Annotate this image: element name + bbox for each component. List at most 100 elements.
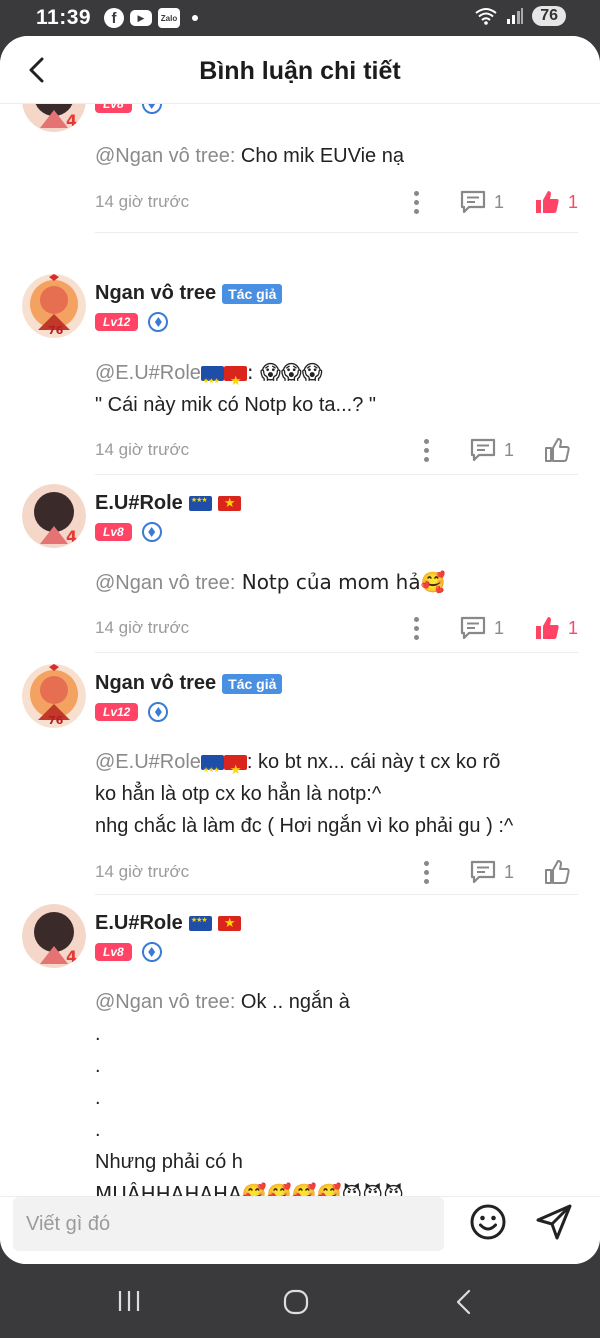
- reply-count: 1: [493, 191, 504, 212]
- comment-meta: Lv8: [95, 104, 162, 114]
- more-options-button[interactable]: [402, 612, 432, 644]
- comment-item: 76 Ngan vô tree Tác giả Lv12 @E.U#Role: …: [0, 274, 600, 492]
- recent-apps-button[interactable]: [116, 1288, 142, 1319]
- home-button[interactable]: [282, 1288, 310, 1321]
- reply-button[interactable]: 1: [470, 860, 514, 884]
- comment-author[interactable]: E.U#Role: [95, 492, 241, 515]
- header: Bình luận chi tiết: [0, 36, 600, 104]
- like-button[interactable]: 1: [534, 615, 578, 641]
- rank-icon: [148, 312, 169, 332]
- like-button[interactable]: [544, 437, 578, 463]
- comment-list[interactable]: 4 Lv8 @Ngan vô tree: Cho mik EUVie nạ 14…: [0, 104, 600, 1196]
- author-name[interactable]: E.U#Role: [95, 912, 183, 935]
- comment-text: @E.U#Role: ko bt nx... cái này t cx ko r…: [95, 746, 570, 842]
- like-count: 1: [567, 191, 578, 212]
- zalo-icon: Zalo: [158, 8, 180, 28]
- emoji-button[interactable]: [469, 1203, 507, 1241]
- reply-count: 1: [503, 861, 514, 882]
- divider: [95, 474, 578, 475]
- smiley-icon: [470, 1204, 506, 1240]
- comment-author[interactable]: Ngan vô tree Tác giả: [95, 282, 283, 305]
- rank-icon: [141, 104, 162, 114]
- author-name[interactable]: Ngan vô tree: [95, 672, 216, 695]
- timestamp: 14 giờ trước: [95, 440, 190, 459]
- mention[interactable]: @Ngan vô tree:: [95, 145, 235, 167]
- mention[interactable]: @E.U#Role: [95, 751, 247, 787]
- avatar[interactable]: 4: [22, 484, 86, 548]
- eu-flag-icon: [200, 755, 224, 787]
- comment-icon: [460, 616, 486, 640]
- rank-icon: [141, 522, 162, 542]
- svg-text:4: 4: [66, 947, 77, 966]
- eu-flag-icon: [188, 496, 212, 511]
- level-badge: Lv8: [95, 104, 132, 113]
- notification-dot-icon: [192, 15, 198, 21]
- comment-item: 4 Lv8 @Ngan vô tree: Cho mik EUVie nạ 14…: [0, 104, 600, 264]
- thumbs-up-icon: [545, 860, 570, 884]
- like-count: 1: [567, 617, 578, 638]
- like-button[interactable]: [544, 859, 578, 885]
- level-badge: Lv12: [95, 313, 139, 331]
- status-app-icons: f ▶ Zalo: [104, 8, 198, 28]
- comment-text: @Ngan vô tree: Cho mik EUVie nạ: [95, 145, 404, 167]
- system-nav-bar: [0, 1264, 600, 1338]
- avatar[interactable]: 76: [22, 274, 86, 338]
- comment-icon: [460, 190, 486, 214]
- svg-text:76: 76: [48, 324, 64, 337]
- divider: [95, 894, 578, 895]
- comment-meta: Lv8: [95, 942, 162, 962]
- mention[interactable]: @E.U#Role: [95, 362, 247, 398]
- reply-button[interactable]: 1: [460, 616, 504, 640]
- send-button[interactable]: [534, 1202, 574, 1242]
- comment-text: @Ngan vô tree: Notp của mom hả🥰: [95, 570, 446, 594]
- comment-author[interactable]: Ngan vô tree Tác giả: [95, 672, 283, 695]
- rank-icon: [141, 942, 162, 962]
- reply-button[interactable]: 1: [470, 438, 514, 462]
- more-options-button[interactable]: [402, 186, 432, 218]
- comment-actions: 14 giờ trước 1: [95, 434, 578, 466]
- like-button[interactable]: 1: [534, 189, 578, 215]
- comment-icon: [470, 860, 496, 884]
- comment-meta: Lv12: [95, 312, 169, 332]
- author-badge: Tác giả: [222, 673, 283, 694]
- facebook-icon: f: [104, 8, 124, 28]
- comment-actions: 14 giờ trước 1: [95, 856, 578, 888]
- timestamp: 14 giờ trước: [95, 618, 190, 637]
- author-name[interactable]: E.U#Role: [95, 492, 183, 515]
- avatar[interactable]: 4: [22, 904, 86, 968]
- wifi-icon: [475, 8, 497, 25]
- comment-input[interactable]: [13, 1197, 444, 1251]
- mention[interactable]: @Ngan vô tree:: [95, 991, 235, 1013]
- mention[interactable]: @Ngan vô tree:: [95, 572, 235, 594]
- timestamp: 14 giờ trước: [95, 862, 190, 881]
- reply-count: 1: [503, 439, 514, 460]
- eu-flag-icon: [188, 916, 212, 931]
- comment-item: 76 Ngan vô tree Tác giả Lv12 @E.U#Role: …: [0, 664, 600, 914]
- level-badge: Lv8: [95, 943, 132, 961]
- comment-actions: 14 giờ trước 1 1: [95, 186, 578, 218]
- avatar[interactable]: 4: [22, 104, 86, 132]
- comment-author[interactable]: E.U#Role: [95, 912, 241, 935]
- eu-flag-icon: [200, 366, 224, 398]
- author-name[interactable]: Ngan vô tree: [95, 282, 216, 305]
- rank-icon: [148, 702, 169, 722]
- avatar[interactable]: 76: [22, 664, 86, 728]
- comment-icon: [470, 438, 496, 462]
- divider: [95, 652, 578, 653]
- more-options-button[interactable]: [412, 856, 442, 888]
- reply-count: 1: [493, 617, 504, 638]
- vietnam-flag-icon: [223, 365, 247, 397]
- recent-apps-icon: [118, 1291, 140, 1311]
- author-badge: Tác giả: [222, 283, 283, 304]
- reply-button[interactable]: 1: [460, 190, 504, 214]
- home-icon: [283, 1289, 309, 1315]
- divider: [95, 232, 578, 233]
- system-back-button[interactable]: [454, 1288, 474, 1321]
- comment-text: @E.U#Role: 😱😱😱" Cái này mik có Notp ko t…: [95, 356, 570, 421]
- more-options-button[interactable]: [412, 434, 442, 466]
- send-icon: [536, 1204, 572, 1240]
- comment-meta: Lv8: [95, 522, 162, 542]
- status-time: 11:39: [36, 6, 92, 29]
- youtube-icon: ▶: [130, 10, 152, 26]
- comment-item: 4 E.U#Role Lv8 @Ngan vô tree: Ok .. ngắn…: [0, 904, 600, 1196]
